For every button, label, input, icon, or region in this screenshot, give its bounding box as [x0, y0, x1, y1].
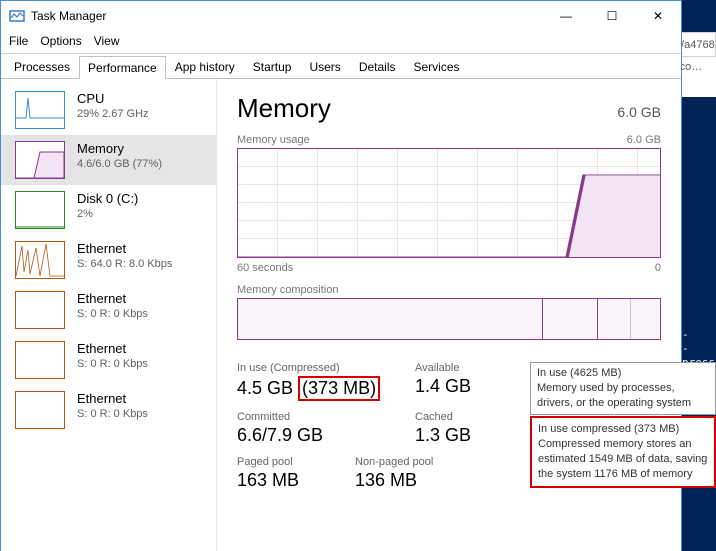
available-value: 1.4 GB — [415, 376, 505, 397]
sidebar-item-ethernet-4[interactable]: Ethernet S: 0 R: 0 Kbps — [1, 385, 216, 435]
tab-app-history[interactable]: App history — [166, 55, 244, 78]
chart-label: Memory usage — [237, 134, 310, 146]
nonpaged-value: 136 MB — [355, 470, 465, 491]
ethernet-sparkline-icon — [15, 391, 65, 429]
sidebar-item-sub: S: 0 R: 0 Kbps — [77, 357, 148, 371]
disk-sparkline-icon — [15, 191, 65, 229]
menu-view[interactable]: View — [94, 34, 120, 48]
sidebar-item-sub: S: 0 R: 0 Kbps — [77, 407, 148, 421]
ethernet-sparkline-icon — [15, 241, 65, 279]
sidebar-item-sub: 4.6/6.0 GB (77%) — [77, 157, 162, 171]
cpu-sparkline-icon — [15, 91, 65, 129]
available-label: Available — [415, 362, 505, 374]
tab-users[interactable]: Users — [300, 55, 349, 78]
window-title: Task Manager — [31, 9, 543, 23]
composition-divider — [630, 299, 631, 339]
composition-label: Memory composition — [237, 284, 661, 296]
ethernet-sparkline-icon — [15, 291, 65, 329]
composition-divider — [597, 299, 598, 339]
tooltip-compressed-highlight: In use compressed (373 MB) Compressed me… — [530, 416, 716, 488]
tab-processes[interactable]: Processes — [5, 55, 79, 78]
inuse-label: In use (Compressed) — [237, 362, 387, 374]
tab-startup[interactable]: Startup — [244, 55, 301, 78]
menu-file[interactable]: File — [9, 34, 28, 48]
sidebar-item-sub: S: 64.0 R: 8.0 Kbps — [77, 257, 172, 271]
sidebar-item-sub: 2% — [77, 207, 138, 221]
perf-sidebar: CPU 29% 2.67 GHz Memory 4.6/6.0 GB (77%) — [1, 79, 217, 551]
committed-value: 6.6/7.9 GB — [237, 425, 387, 446]
nonpaged-label: Non-paged pool — [355, 456, 465, 468]
tab-strip: Processes Performance App history Startu… — [1, 53, 681, 78]
menubar: File Options View — [1, 31, 681, 51]
memory-sparkline-icon — [15, 141, 65, 179]
sidebar-item-disk[interactable]: Disk 0 (C:) 2% — [1, 185, 216, 235]
committed-label: Committed — [237, 411, 387, 423]
detail-total: 6.0 GB — [617, 104, 661, 120]
ethernet-sparkline-icon — [15, 341, 65, 379]
sidebar-item-label: Ethernet — [77, 391, 148, 407]
paged-value: 163 MB — [237, 470, 327, 491]
memory-usage-chart[interactable] — [237, 148, 661, 258]
tab-details[interactable]: Details — [350, 55, 405, 78]
chart-axis-right: 0 — [655, 262, 661, 274]
sidebar-item-ethernet-3[interactable]: Ethernet S: 0 R: 0 Kbps — [1, 335, 216, 385]
memory-composition-bar[interactable] — [237, 298, 661, 340]
sidebar-item-cpu[interactable]: CPU 29% 2.67 GHz — [1, 85, 216, 135]
sidebar-item-label: Ethernet — [77, 291, 148, 307]
detail-title: Memory — [237, 93, 331, 124]
task-manager-icon — [9, 8, 25, 24]
sidebar-item-label: Memory — [77, 141, 162, 157]
paged-label: Paged pool — [237, 456, 327, 468]
sidebar-item-ethernet-2[interactable]: Ethernet S: 0 R: 0 Kbps — [1, 285, 216, 335]
inuse-value: 4.5 GB (373 MB) — [237, 376, 387, 401]
cached-value: 1.3 GB — [415, 425, 505, 446]
minimize-button[interactable]: — — [543, 1, 589, 31]
compressed-value-highlight: (373 MB) — [298, 376, 380, 401]
sidebar-item-ethernet-1[interactable]: Ethernet S: 64.0 R: 8.0 Kbps — [1, 235, 216, 285]
cached-label: Cached — [415, 411, 505, 423]
sidebar-item-label: Ethernet — [77, 341, 148, 357]
titlebar[interactable]: Task Manager — ☐ ✕ — [1, 1, 681, 31]
sidebar-item-label: CPU — [77, 91, 149, 107]
sidebar-item-sub: S: 0 R: 0 Kbps — [77, 307, 148, 321]
sidebar-item-memory[interactable]: Memory 4.6/6.0 GB (77%) — [1, 135, 216, 185]
composition-inuse-segment — [238, 299, 543, 339]
chart-axis-left: 60 seconds — [237, 262, 293, 274]
tab-services[interactable]: Services — [405, 55, 469, 78]
sidebar-item-label: Disk 0 (C:) — [77, 191, 138, 207]
close-button[interactable]: ✕ — [635, 1, 681, 31]
tooltip-inuse: In use (4625 MB) Memory used by processe… — [530, 362, 716, 415]
sidebar-item-label: Ethernet — [77, 241, 172, 257]
sidebar-item-sub: 29% 2.67 GHz — [77, 107, 149, 121]
menu-options[interactable]: Options — [40, 34, 81, 48]
tab-performance[interactable]: Performance — [79, 56, 166, 79]
chart-max: 6.0 GB — [627, 134, 661, 146]
maximize-button[interactable]: ☐ — [589, 1, 635, 31]
